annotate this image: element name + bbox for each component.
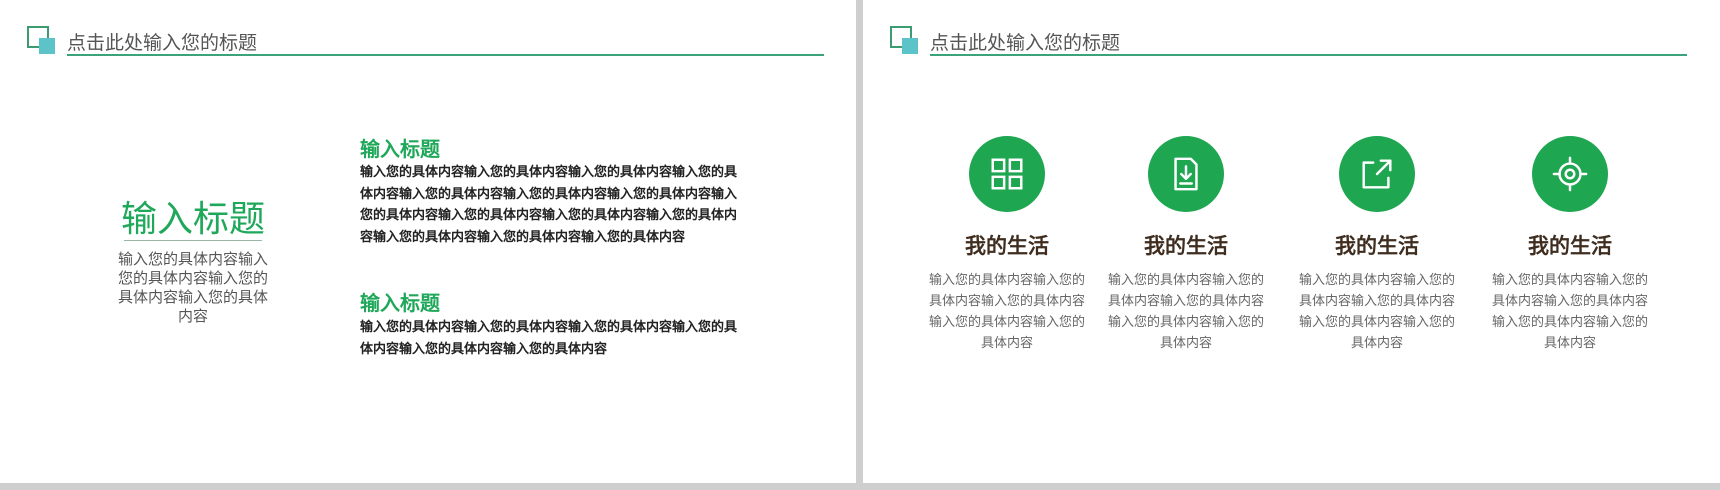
header-divider xyxy=(930,54,1687,56)
share-export-icon xyxy=(1362,159,1392,189)
feature-item: 我的生活 输入您的具体内容输入您的具体内容输入您的具体内容输入您的具体内容输入您… xyxy=(927,136,1087,354)
logo-squares-icon xyxy=(890,26,918,54)
feature-title[interactable]: 我的生活 xyxy=(1106,230,1266,260)
slide-left: 点击此处输入您的标题 输入标题 输入您的具体内容输入您的具体内容输入您的具体内容… xyxy=(0,0,856,483)
feature-description[interactable]: 输入您的具体内容输入您的具体内容输入您的具体内容输入您的具体内容输入您的具体内容 xyxy=(1492,270,1648,354)
feature-title[interactable]: 我的生活 xyxy=(1490,230,1650,260)
section-body[interactable]: 输入您的具体内容输入您的具体内容输入您的具体内容输入您的具体内容输入您的具体内容… xyxy=(360,162,746,248)
title-underline xyxy=(124,240,262,241)
slide-right: 点击此处输入您的标题 我的生活 输入您的具体内容输入您的具体内容输入您的具体内容… xyxy=(863,0,1720,483)
big-title[interactable]: 输入标题 xyxy=(108,190,278,242)
big-description[interactable]: 输入您的具体内容输入您的具体内容输入您的具体内容输入您的具体内容 xyxy=(115,250,271,326)
feature-item: 我的生活 输入您的具体内容输入您的具体内容输入您的具体内容输入您的具体内容输入您… xyxy=(1106,136,1266,354)
feature-icon-circle xyxy=(1532,136,1608,212)
gear-icon xyxy=(1552,156,1588,192)
section-body[interactable]: 输入您的具体内容输入您的具体内容输入您的具体内容输入您的具体内容输入您的具体内容… xyxy=(360,317,746,360)
feature-title[interactable]: 我的生活 xyxy=(927,230,1087,260)
feature-description[interactable]: 输入您的具体内容输入您的具体内容输入您的具体内容输入您的具体内容输入您的具体内容 xyxy=(1299,270,1455,354)
header-divider xyxy=(67,54,824,56)
feature-description[interactable]: 输入您的具体内容输入您的具体内容输入您的具体内容输入您的具体内容输入您的具体内容 xyxy=(1108,270,1264,354)
download-file-icon xyxy=(1174,157,1198,191)
feature-item: 我的生活 输入您的具体内容输入您的具体内容输入您的具体内容输入您的具体内容输入您… xyxy=(1490,136,1650,354)
header-title[interactable]: 点击此处输入您的标题 xyxy=(930,28,1120,55)
section-title[interactable]: 输入标题 xyxy=(360,133,440,162)
feature-icon-circle xyxy=(969,136,1045,212)
logo-squares-icon xyxy=(27,26,55,54)
feature-icon-circle xyxy=(1339,136,1415,212)
feature-description[interactable]: 输入您的具体内容输入您的具体内容输入您的具体内容输入您的具体内容输入您的具体内容 xyxy=(929,270,1085,354)
feature-title[interactable]: 我的生活 xyxy=(1297,230,1457,260)
section-title[interactable]: 输入标题 xyxy=(360,287,440,316)
grid-icon xyxy=(991,158,1023,190)
header-title[interactable]: 点击此处输入您的标题 xyxy=(67,28,257,55)
feature-item: 我的生活 输入您的具体内容输入您的具体内容输入您的具体内容输入您的具体内容输入您… xyxy=(1297,136,1457,354)
feature-icon-circle xyxy=(1148,136,1224,212)
